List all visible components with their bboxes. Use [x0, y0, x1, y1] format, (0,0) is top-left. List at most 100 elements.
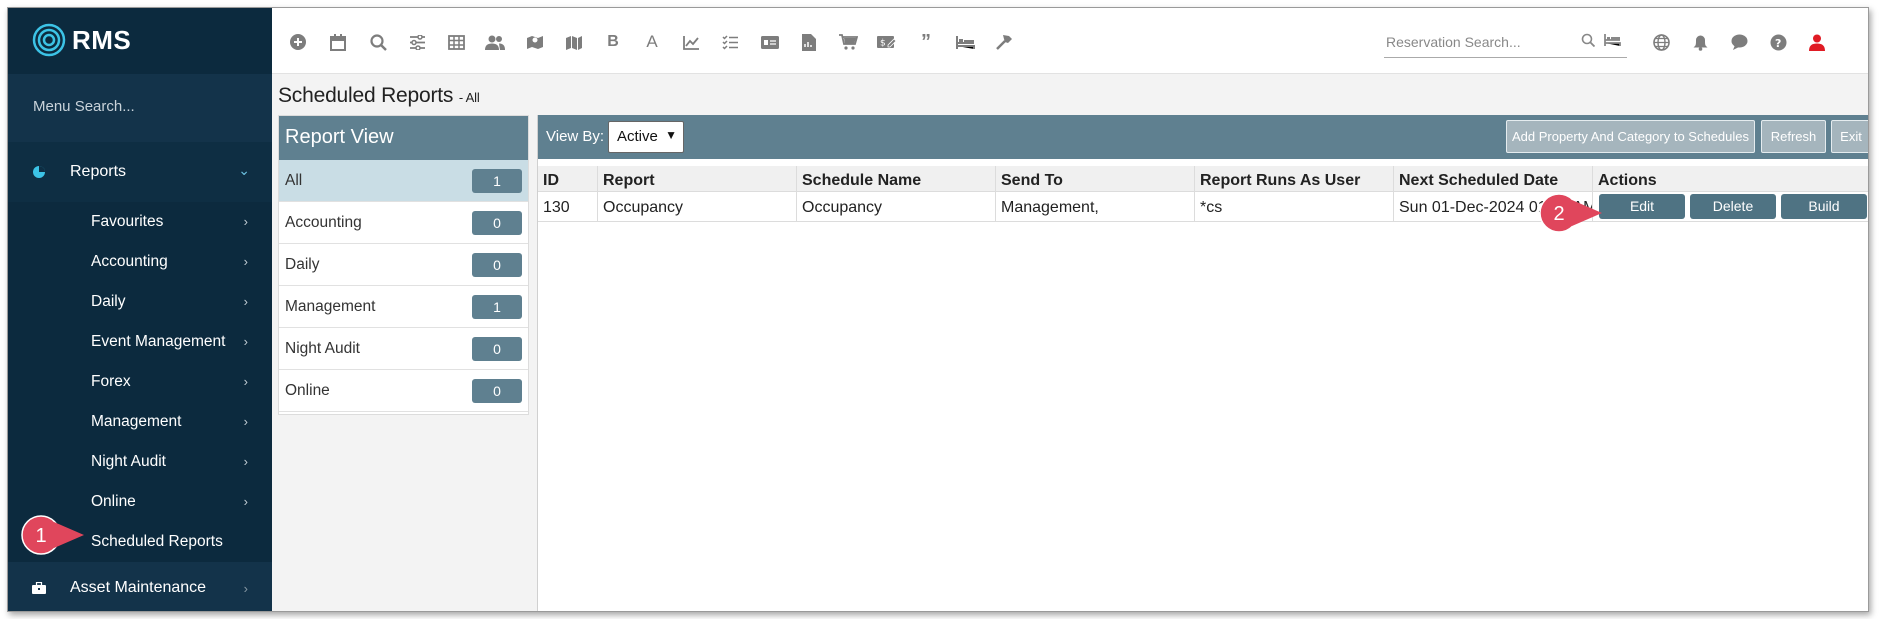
report-view-item-label: All: [285, 171, 303, 189]
delete-button[interactable]: Delete: [1690, 194, 1776, 219]
quote-icon[interactable]: ”: [914, 30, 938, 54]
edit-button[interactable]: Edit: [1599, 194, 1685, 219]
sidebar-item-label: Scheduled Reports: [91, 533, 223, 550]
report-view-item-daily[interactable]: Daily 0: [279, 244, 528, 286]
sidebar-item-label: Event Management: [91, 333, 226, 350]
view-by-value: Active: [617, 128, 658, 145]
view-by-select[interactable]: Active ▼: [608, 121, 684, 153]
logo-text: RMS: [72, 24, 132, 55]
view-by-label: View By:: [546, 128, 605, 145]
logo[interactable]: RMS: [32, 22, 131, 58]
calendar-icon[interactable]: [326, 30, 350, 54]
count-badge: 1: [472, 295, 522, 319]
sidebar-item-label: Reports: [70, 163, 127, 180]
map-icon[interactable]: [562, 30, 586, 54]
chevron-right-icon: ›: [243, 214, 248, 229]
sidebar-item-night-audit[interactable]: Night Audit ›: [8, 442, 272, 482]
globe-icon[interactable]: [1649, 30, 1673, 54]
sidebar-item-reports[interactable]: Reports ⌄: [8, 142, 272, 202]
callout-marker-2: 2: [1539, 193, 1602, 233]
schedules-panel: View By: Active ▼ Add Property And Categ…: [537, 115, 1868, 611]
top-toolbar: B A $ ” Reservation Search... ?: [272, 8, 1868, 74]
help-icon[interactable]: ?: [1766, 30, 1790, 54]
letter-a-icon[interactable]: A: [640, 30, 664, 54]
chevron-right-icon: ›: [243, 294, 248, 309]
column-header[interactable]: Next Scheduled Date: [1394, 166, 1593, 191]
hammer-icon[interactable]: [992, 30, 1016, 54]
build-button[interactable]: Build: [1781, 194, 1867, 219]
sidebar-item-daily[interactable]: Daily ›: [8, 282, 272, 322]
column-header[interactable]: Schedule Name: [797, 166, 996, 191]
column-header[interactable]: Report Runs As User: [1195, 166, 1394, 191]
count-badge: 0: [472, 379, 522, 403]
callout-number: 1: [35, 525, 46, 547]
sidebar-item-event-management[interactable]: Event Management ›: [8, 322, 272, 362]
chevron-down-icon: ▼: [665, 128, 677, 142]
sidebar-item-forex[interactable]: Forex ›: [8, 362, 272, 402]
report-view-item-management[interactable]: Management 1: [279, 286, 528, 328]
search-icon[interactable]: [366, 30, 390, 54]
checklist-icon[interactable]: [718, 30, 742, 54]
schedules-toolbar: View By: Active ▼ Add Property And Categ…: [538, 115, 1868, 159]
card-icon[interactable]: [758, 30, 782, 54]
svg-text:$: $: [880, 39, 886, 49]
add-property-category-button[interactable]: Add Property And Category to Schedules: [1506, 120, 1755, 153]
column-header[interactable]: Send To: [996, 166, 1195, 191]
report-view-item-label: Management: [285, 297, 376, 315]
bed-icon[interactable]: [953, 30, 977, 54]
reservation-search-input[interactable]: Reservation Search...: [1384, 28, 1627, 58]
document-icon[interactable]: [797, 30, 821, 54]
sidebar-item-label: Accounting: [91, 253, 168, 270]
search-icon[interactable]: [1581, 33, 1596, 50]
users-icon[interactable]: [483, 30, 507, 54]
app-window: RMS Menu Search... Reports ⌄ Favourites ›…: [7, 7, 1869, 612]
bold-b-icon[interactable]: B: [601, 30, 625, 54]
map-pin-icon[interactable]: [523, 30, 547, 54]
cell-send-to: Management,: [996, 192, 1195, 221]
money-icon[interactable]: $: [875, 30, 899, 54]
chevron-down-icon: ⌄: [238, 162, 250, 178]
sidebar-item-label: Online: [91, 493, 136, 510]
chat-icon[interactable]: [1727, 30, 1751, 54]
report-view-item-online[interactable]: Online 0: [279, 370, 528, 412]
sidebar-item-asset-maintenance[interactable]: Asset Maintenance ›: [8, 562, 272, 611]
plus-circle-icon[interactable]: [286, 30, 310, 54]
count-badge: 0: [472, 253, 522, 277]
report-view-item-accounting[interactable]: Accounting 0: [279, 202, 528, 244]
sliders-icon[interactable]: [405, 30, 429, 54]
bell-icon[interactable]: [1688, 30, 1712, 54]
exit-button[interactable]: Exit: [1831, 120, 1868, 153]
report-view-item-all[interactable]: All 1: [279, 160, 528, 202]
bed-icon[interactable]: [1604, 33, 1621, 49]
chevron-right-icon: ›: [243, 334, 248, 349]
chevron-right-icon: ›: [243, 414, 248, 429]
report-view-item-label: Night Audit: [285, 339, 360, 357]
report-view-item-label: Daily: [285, 255, 320, 273]
sidebar-item-management[interactable]: Management ›: [8, 402, 272, 442]
count-badge: 0: [472, 337, 522, 361]
column-header[interactable]: ID: [538, 166, 598, 191]
grid-icon[interactable]: [444, 30, 468, 54]
cell-report: Occupancy: [598, 192, 797, 221]
chevron-right-icon: ›: [243, 454, 248, 469]
cell-id: 130: [538, 192, 598, 221]
callout-marker-1: 1: [21, 515, 84, 555]
menu-search-input[interactable]: Menu Search...: [8, 74, 272, 142]
page-subtitle: - All: [458, 90, 480, 105]
sidebar-item-label: Favourites: [91, 213, 164, 230]
reports-submenu: Favourites › Accounting › Daily › Event Man…: [8, 202, 272, 562]
refresh-button[interactable]: Refresh: [1761, 120, 1826, 153]
sidebar-item-accounting[interactable]: Accounting ›: [8, 242, 272, 282]
report-view-item-night-audit[interactable]: Night Audit 0: [279, 328, 528, 370]
rms-logo-icon: [32, 23, 66, 57]
chart-line-icon[interactable]: [679, 30, 703, 54]
column-header[interactable]: Report: [598, 166, 797, 191]
sidebar-item-label: Daily: [91, 293, 126, 310]
sidebar-item-favourites[interactable]: Favourites ›: [8, 202, 272, 242]
report-view-item-label: Online: [285, 381, 330, 399]
cart-icon[interactable]: [836, 30, 860, 54]
user-icon[interactable]: [1805, 30, 1829, 54]
chevron-right-icon: ›: [243, 494, 248, 509]
sidebar-item-label: Night Audit: [91, 453, 166, 470]
table-header-row: ID Report Schedule Name Send To Report R…: [538, 166, 1868, 192]
